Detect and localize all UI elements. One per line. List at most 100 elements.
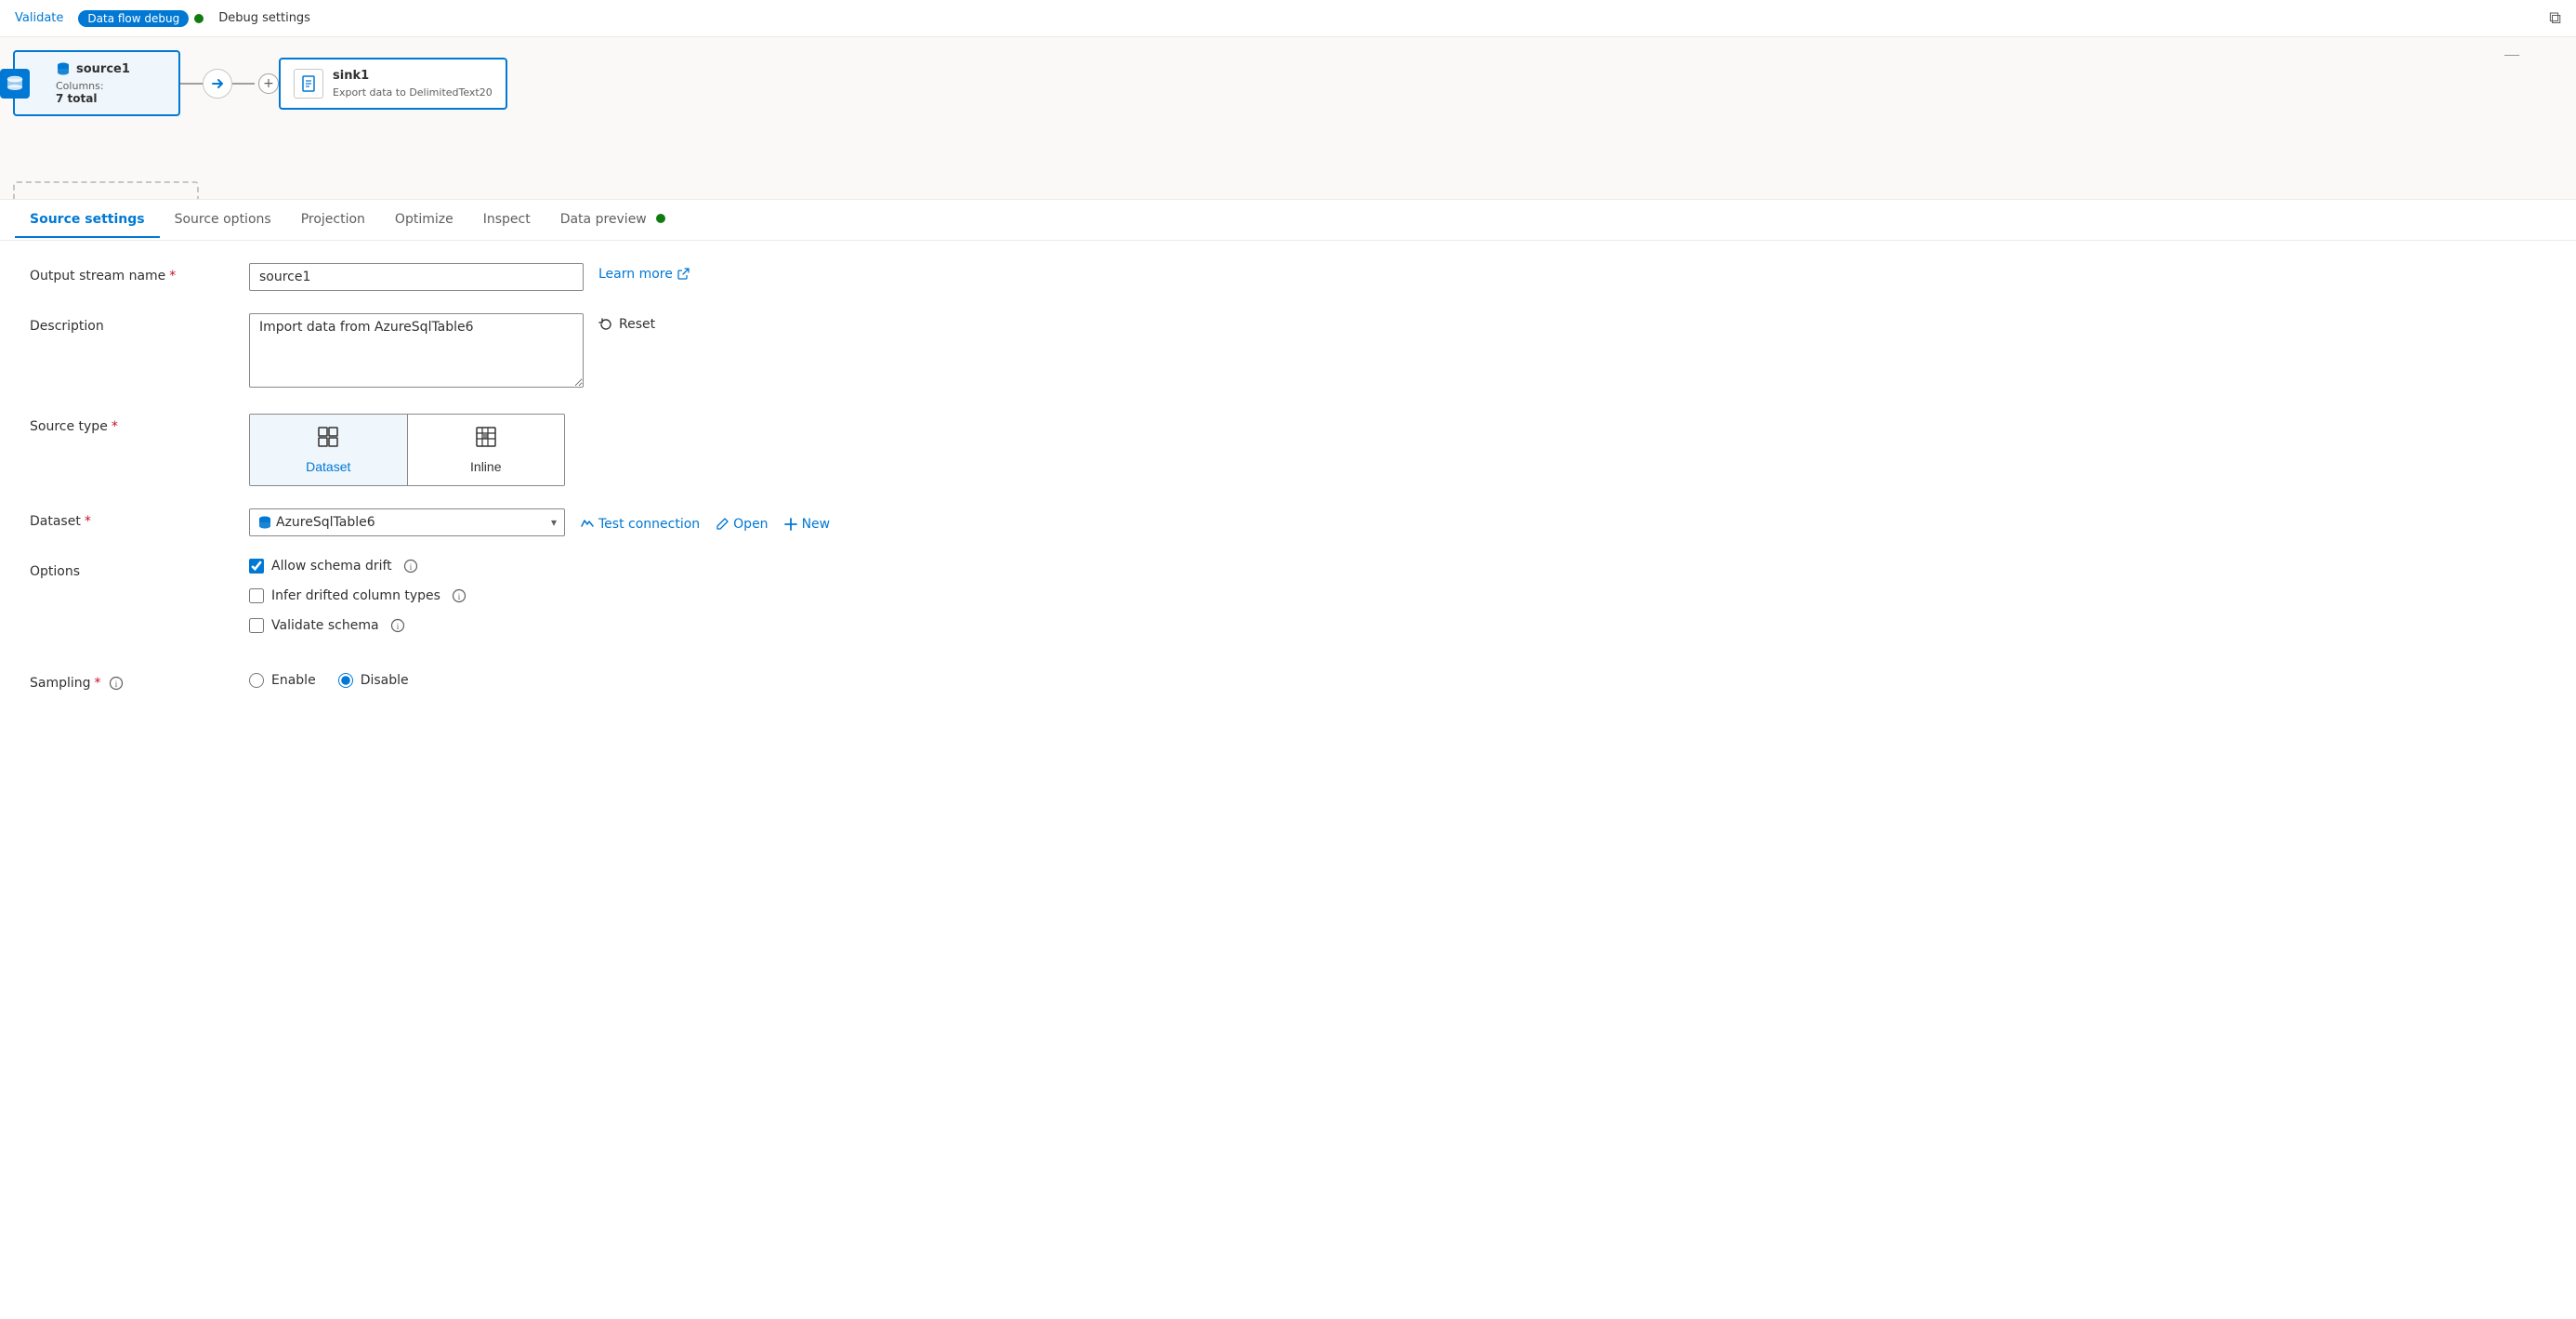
dataset-select-wrapper: AzureSqlTable6 ▾ (249, 508, 565, 536)
new-link[interactable]: New (783, 517, 831, 532)
sampling-disable-radio[interactable] (338, 673, 353, 688)
test-connection-label: Test connection (598, 517, 700, 532)
test-connection-icon (580, 517, 595, 532)
plus-icon (783, 517, 798, 532)
reset-label: Reset (619, 317, 655, 332)
tab-source-options-label: Source options (175, 212, 271, 227)
options-label: Options (30, 559, 234, 579)
svg-text:i: i (409, 562, 412, 572)
add-node-button[interactable]: + (258, 73, 279, 94)
svg-text:i: i (396, 622, 399, 631)
allow-schema-drift-label[interactable]: Allow schema drift (271, 559, 392, 574)
data-preview-active-dot (656, 214, 665, 223)
options-fields: Allow schema drift i Infer drifted colum… (249, 559, 467, 648)
tab-projection[interactable]: Projection (286, 203, 380, 238)
source-type-label: Source type* (30, 414, 234, 434)
validate-schema-label[interactable]: Validate schema (271, 618, 379, 633)
source-node-count: 7 total (56, 92, 130, 105)
sampling-info-icon[interactable]: i (109, 676, 124, 691)
svg-text:i: i (458, 592, 461, 601)
connector-line-left (180, 83, 203, 85)
reset-icon (598, 317, 613, 332)
description-row: Description Import data from AzureSqlTab… (30, 313, 2546, 391)
allow-schema-drift-row: Allow schema drift i (249, 559, 467, 574)
reset-link[interactable]: Reset (598, 317, 655, 332)
pipeline-node-group: source1 Columns: 7 total + (13, 50, 507, 116)
output-stream-name-label: Output stream name* (30, 263, 234, 284)
validate-schema-info-icon[interactable]: i (390, 618, 405, 633)
canvas-collapse-button[interactable]: — (2504, 45, 2520, 64)
learn-more-link[interactable]: Learn more (598, 267, 690, 282)
tab-optimize[interactable]: Optimize (380, 203, 468, 238)
sink-node-name: sink1 (333, 69, 493, 83)
test-connection-link[interactable]: Test connection (580, 517, 700, 532)
sampling-disable-label[interactable]: Disable (361, 673, 409, 688)
inline-pattern-icon (475, 426, 497, 448)
infer-drifted-checkbox[interactable] (249, 588, 264, 603)
dataset-field-group: AzureSqlTable6 ▾ Test connection Open (249, 508, 830, 536)
infer-drifted-label[interactable]: Infer drifted column types (271, 588, 440, 603)
dataset-required: * (85, 514, 91, 529)
dataset-label: Dataset* (30, 508, 234, 529)
allow-schema-drift-info-icon[interactable]: i (403, 559, 418, 574)
source-type-dataset-label: Dataset (306, 459, 350, 474)
dataset-action-links: Test connection Open New (580, 513, 830, 532)
source-db-icon (56, 61, 71, 76)
connector-arrow (203, 69, 232, 99)
dataset-row: Dataset* AzureSqlTable6 ▾ Te (30, 508, 2546, 536)
maximize-icon[interactable]: ⧉ (2549, 8, 2561, 28)
sink-file-icon (300, 75, 317, 92)
source-node-subtitle: Columns: (56, 80, 130, 92)
source-node-content: source1 Columns: 7 total (56, 61, 130, 105)
sink-node-icon (294, 69, 323, 99)
output-stream-name-input[interactable] (249, 263, 584, 291)
validate-button[interactable]: Validate (15, 11, 63, 25)
tab-inspect[interactable]: Inspect (468, 203, 545, 238)
sampling-enable-radio[interactable] (249, 673, 264, 688)
sampling-enable-label[interactable]: Enable (271, 673, 316, 688)
dataset-select[interactable]: AzureSqlTable6 (272, 509, 534, 535)
validate-schema-checkbox[interactable] (249, 618, 264, 633)
tab-optimize-label: Optimize (395, 212, 453, 227)
allow-schema-drift-checkbox[interactable] (249, 559, 264, 574)
options-row: Options Allow schema drift i Infer drift… (30, 559, 2546, 648)
tab-source-settings-label: Source settings (30, 212, 145, 227)
tabs-bar: Source settings Source options Projectio… (0, 200, 2576, 241)
required-indicator: * (169, 269, 176, 284)
connector-line-right (232, 83, 255, 85)
debug-toggle-item: Data flow debug (78, 10, 204, 27)
source-type-dataset-button[interactable]: Dataset (250, 415, 408, 485)
source-node-name: source1 (76, 62, 130, 76)
tab-source-settings[interactable]: Source settings (15, 203, 160, 238)
empty-node-placeholder: | (13, 181, 199, 200)
top-bar-right: ⧉ (2549, 8, 2561, 28)
open-label: Open (733, 517, 768, 532)
description-input[interactable]: Import data from AzureSqlTable6 (249, 313, 584, 388)
description-label: Description (30, 313, 234, 334)
sampling-required: * (95, 676, 101, 691)
dataset-db-icon (257, 515, 272, 530)
sink-node[interactable]: sink1 Export data to DelimitedText20 (279, 58, 507, 110)
description-side-links: Reset (598, 313, 655, 332)
debug-active-dot (194, 14, 204, 23)
validate-schema-row: Validate schema i (249, 618, 467, 633)
sink-node-content: sink1 Export data to DelimitedText20 (333, 69, 493, 99)
source-type-field: Dataset Inline (249, 414, 584, 486)
settings-panel: Output stream name* Learn more Descripti… (0, 241, 2576, 1319)
dataset-grid-icon (317, 426, 339, 448)
dataset-table-icon (317, 426, 339, 454)
debug-status-badge[interactable]: Data flow debug (78, 10, 189, 27)
tab-source-options[interactable]: Source options (160, 203, 286, 238)
arrow-right-icon (210, 76, 225, 91)
sink-node-subtitle: Export data to DelimitedText20 (333, 86, 493, 99)
output-stream-name-row: Output stream name* Learn more (30, 263, 2546, 291)
infer-drifted-info-icon[interactable]: i (452, 588, 467, 603)
tab-data-preview[interactable]: Data preview (545, 203, 681, 238)
sampling-label: Sampling* i (30, 670, 234, 691)
sampling-radio-group: Enable Disable (249, 673, 409, 688)
open-link[interactable]: Open (715, 517, 768, 532)
source-type-inline-button[interactable]: Inline (408, 415, 565, 485)
pipeline-connector: + (180, 69, 279, 99)
source-node[interactable]: source1 Columns: 7 total (13, 50, 180, 116)
debug-settings-item[interactable]: Debug settings (218, 11, 310, 25)
